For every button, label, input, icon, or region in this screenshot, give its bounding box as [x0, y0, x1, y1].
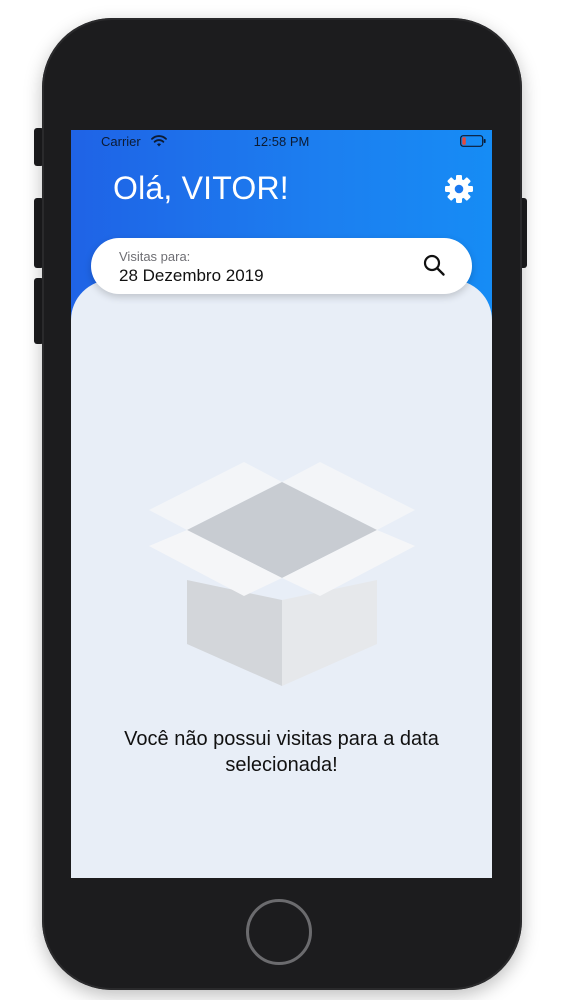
greeting-title: Olá, VITOR! — [113, 170, 289, 206]
selected-date: 28 Dezembro 2019 — [119, 266, 264, 285]
battery-icon — [460, 135, 486, 147]
empty-box-icon — [149, 462, 415, 686]
app-screen: Carrier 12:58 PM Olá, VITOR! Visitas par… — [71, 130, 492, 878]
empty-state-message: Você não possui visitas para a data sele… — [124, 728, 439, 776]
date-search-bar[interactable]: Visitas para: 28 Dezembro 2019 — [91, 238, 472, 294]
gear-icon[interactable] — [444, 174, 474, 204]
date-label: Visitas para: — [119, 249, 191, 264]
status-time: 12:58 PM — [253, 134, 310, 149]
search-icon[interactable] — [422, 253, 446, 277]
home-button[interactable] — [246, 899, 312, 965]
status-bar: Carrier 12:58 PM — [71, 130, 492, 152]
